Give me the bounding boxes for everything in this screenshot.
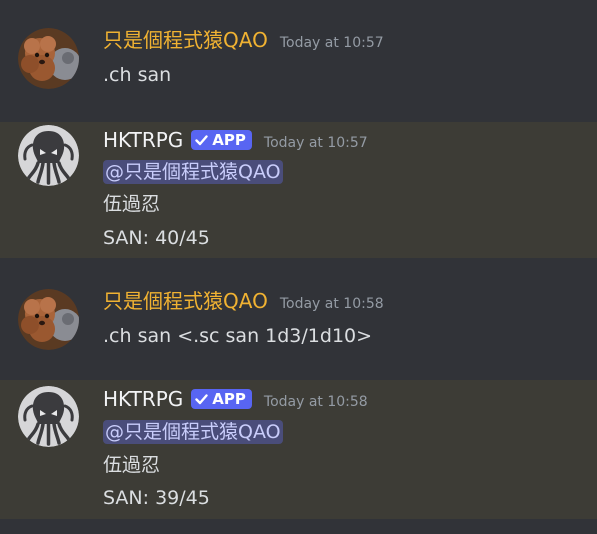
message-header: HKTRPG APP Today at 10:57 — [103, 127, 368, 153]
message-content: @只是個程式猿QAO — [103, 416, 283, 448]
app-badge-label: APP — [212, 390, 246, 408]
message-item: HKTRPG APP Today at 10:58 @只是個程式猿QAO 伍過忍… — [0, 380, 597, 519]
message-header: HKTRPG APP Today at 10:58 — [103, 386, 368, 412]
poodle-avatar-icon[interactable] — [18, 28, 79, 89]
message-content: @只是個程式猿QAO — [103, 156, 283, 188]
timestamp[interactable]: Today at 10:58 — [280, 296, 384, 312]
timestamp[interactable]: Today at 10:57 — [280, 35, 384, 51]
app-badge: APP — [191, 130, 252, 150]
cthulhu-avatar-icon[interactable] — [18, 386, 79, 447]
chat-message-list: 只是個程式猿QAO Today at 10:57 .ch san HKTRPG — [0, 0, 597, 534]
check-icon — [195, 393, 208, 405]
cthulhu-avatar-icon[interactable] — [18, 125, 79, 186]
message-content: .ch san — [103, 64, 172, 86]
message-item: HKTRPG APP Today at 10:57 @只是個程式猿QAO 伍過忍… — [0, 122, 597, 258]
app-badge-label: APP — [212, 131, 246, 149]
message-content: SAN: 40/45 — [103, 227, 210, 249]
username[interactable]: HKTRPG — [103, 127, 183, 153]
message-header: 只是個程式猿QAO Today at 10:58 — [103, 288, 384, 314]
user-mention[interactable]: @只是個程式猿QAO — [103, 420, 283, 444]
message-content: SAN: 39/45 — [103, 487, 210, 509]
poodle-avatar-icon[interactable] — [18, 289, 79, 350]
message-content: 伍過忍 — [103, 193, 161, 215]
timestamp[interactable]: Today at 10:58 — [264, 394, 368, 410]
message-content: .ch san <.sc san 1d3/1d10> — [103, 325, 373, 347]
message-header: 只是個程式猿QAO Today at 10:57 — [103, 27, 384, 53]
username[interactable]: 只是個程式猿QAO — [103, 27, 268, 53]
username[interactable]: HKTRPG — [103, 386, 183, 412]
user-mention[interactable]: @只是個程式猿QAO — [103, 160, 283, 184]
check-icon — [195, 134, 208, 146]
message-item: 只是個程式猿QAO Today at 10:57 .ch san — [0, 20, 597, 115]
message-content: 伍過忍 — [103, 454, 161, 476]
username[interactable]: 只是個程式猿QAO — [103, 288, 268, 314]
timestamp[interactable]: Today at 10:57 — [264, 135, 368, 151]
app-badge: APP — [191, 389, 252, 409]
message-item: 只是個程式猿QAO Today at 10:58 .ch san <.sc sa… — [0, 281, 597, 376]
